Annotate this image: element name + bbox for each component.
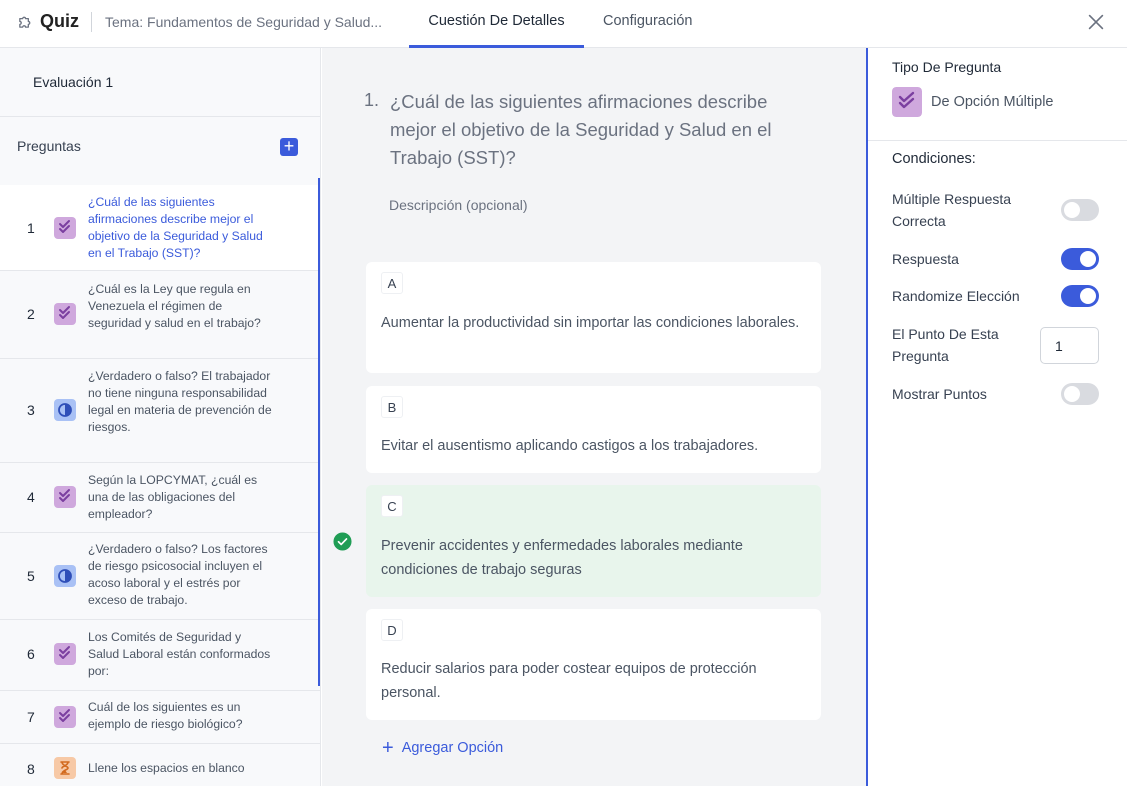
true-false-icon xyxy=(54,565,76,587)
multiple-correct-label: Múltiple Respuesta Correcta xyxy=(892,191,1012,229)
divider xyxy=(868,140,1127,141)
option-text[interactable]: Aumentar la productividad sin importar l… xyxy=(381,311,811,335)
multiple-choice-icon xyxy=(892,87,922,117)
question-number: 7 xyxy=(27,709,35,725)
settings-panel: Tipo De Pregunta De Opción Múltiple Cond… xyxy=(866,48,1127,786)
question-number-label: 1. xyxy=(364,90,380,110)
hourglass-icon xyxy=(54,757,76,779)
add-option-label: Agregar Opción xyxy=(401,740,504,756)
points-label: El Punto De Esta Pregunta xyxy=(892,326,999,364)
question-item-4[interactable]: 4 Según la LOPCYMAT, ¿cuál es una de las… xyxy=(0,463,320,533)
true-false-icon xyxy=(54,399,76,421)
question-text: Cuál de los siguientes es un ejemplo de … xyxy=(88,700,243,731)
multiple-choice-icon xyxy=(54,217,76,239)
multiple-choice-icon xyxy=(54,486,76,508)
puzzle-icon xyxy=(19,16,31,28)
option-a[interactable]: A Aumentar la productividad sin importar… xyxy=(366,262,821,373)
question-text: ¿Verdadero o falso? El trabajador no tie… xyxy=(88,369,272,434)
scrollbar[interactable] xyxy=(318,178,320,686)
option-letter: D xyxy=(381,619,403,641)
question-number: 1 xyxy=(27,220,35,236)
question-text: Según la LOPCYMAT, ¿cuál es una de las o… xyxy=(88,473,258,521)
question-item-6[interactable]: 6 Los Comités de Seguridad y Salud Labor… xyxy=(0,620,320,691)
answer-toggle[interactable] xyxy=(1061,248,1099,270)
topic-title: Tema: Fundamentos de Seguridad y Salud..… xyxy=(105,14,383,30)
show-points-toggle[interactable] xyxy=(1061,383,1099,405)
option-letter: A xyxy=(381,272,403,294)
option-text[interactable]: Reducir salarios para poder costear equi… xyxy=(381,657,811,705)
option-letter: C xyxy=(381,495,403,517)
multiple-choice-icon xyxy=(54,643,76,665)
question-item-5[interactable]: 5 ¿Verdadero o falso? Los factores de ri… xyxy=(0,533,320,620)
randomize-toggle[interactable] xyxy=(1061,285,1099,307)
plus-icon: + xyxy=(382,737,394,759)
multiple-choice-icon xyxy=(54,706,76,728)
show-points-label: Mostrar Puntos xyxy=(892,386,987,402)
top-bar: Quiz Tema: Fundamentos de Seguridad y Sa… xyxy=(0,0,1127,48)
correct-answer-check-icon[interactable] xyxy=(333,532,352,551)
option-text[interactable]: Evitar el ausentismo aplicando castigos … xyxy=(381,434,811,458)
divider xyxy=(0,116,320,117)
question-number: 8 xyxy=(27,761,35,777)
add-option-button[interactable]: + Agregar Opción xyxy=(382,737,504,759)
option-d[interactable]: D Reducir salarios para poder costear eq… xyxy=(366,609,821,720)
conditions-heading: Condiciones: xyxy=(892,151,976,167)
add-question-button[interactable]: + xyxy=(280,137,298,156)
answer-label: Respuesta xyxy=(892,251,959,267)
points-input[interactable] xyxy=(1040,327,1099,364)
question-text: ¿Verdadero o falso? Los factores de ries… xyxy=(88,542,268,607)
question-type-select[interactable]: De Opción Múltiple xyxy=(931,94,1054,110)
tab-configuration[interactable]: Configuración xyxy=(603,13,692,29)
divider xyxy=(91,12,92,32)
close-icon[interactable] xyxy=(1085,11,1107,33)
question-number: 3 xyxy=(27,402,35,418)
option-b[interactable]: B Evitar el ausentismo aplicando castigo… xyxy=(366,386,821,473)
question-text: ¿Cuál de las siguientes afirmaciones des… xyxy=(88,195,263,260)
question-item-7[interactable]: 7 Cuál de los siguientes es un ejemplo d… xyxy=(0,691,320,744)
question-text: ¿Cuál es la Ley que regula en Venezuela … xyxy=(88,282,261,330)
question-title-input[interactable]: ¿Cuál de las siguientes afirmaciones des… xyxy=(390,88,790,172)
option-letter: B xyxy=(381,396,403,418)
question-type-label: Tipo De Pregunta xyxy=(892,59,1002,75)
question-list: 1 ¿Cuál de las siguientes afirmaciones d… xyxy=(0,185,320,786)
randomize-label: Randomize Elección xyxy=(892,288,1020,304)
question-number: 4 xyxy=(27,489,35,505)
question-item-8[interactable]: 8 Llene los espacios en blanco xyxy=(0,744,320,786)
option-text[interactable]: Prevenir accidentes y enfermedades labor… xyxy=(381,534,811,582)
multiple-choice-icon xyxy=(54,303,76,325)
question-item-2[interactable]: 2 ¿Cuál es la Ley que regula en Venezuel… xyxy=(0,271,320,359)
evaluation-title[interactable]: Evaluación 1 xyxy=(33,74,113,90)
option-c[interactable]: C Prevenir accidentes y enfermedades lab… xyxy=(366,485,821,597)
question-number: 5 xyxy=(27,568,35,584)
question-item-3[interactable]: 3 ¿Verdadero o falso? El trabajador no t… xyxy=(0,359,320,463)
question-item-1[interactable]: 1 ¿Cuál de las siguientes afirmaciones d… xyxy=(0,185,320,271)
question-number: 2 xyxy=(27,306,35,322)
questions-heading: Preguntas xyxy=(17,138,81,154)
question-sidebar: Evaluación 1 Preguntas + 1 ¿Cuál de las … xyxy=(0,48,321,786)
description-input[interactable]: Descripción (opcional) xyxy=(389,197,528,213)
question-number: 6 xyxy=(27,646,35,662)
question-editor: 1. ¿Cuál de las siguientes afirmaciones … xyxy=(322,48,866,786)
app-title: Quiz xyxy=(40,11,79,31)
tab-question-details[interactable]: Cuestión De Detalles xyxy=(409,13,584,29)
brand: Quiz xyxy=(17,11,79,32)
multiple-correct-toggle[interactable] xyxy=(1061,199,1099,221)
question-text: Llene los espacios en blanco xyxy=(88,761,245,775)
question-text: Los Comités de Seguridad y Salud Laboral… xyxy=(88,630,271,678)
